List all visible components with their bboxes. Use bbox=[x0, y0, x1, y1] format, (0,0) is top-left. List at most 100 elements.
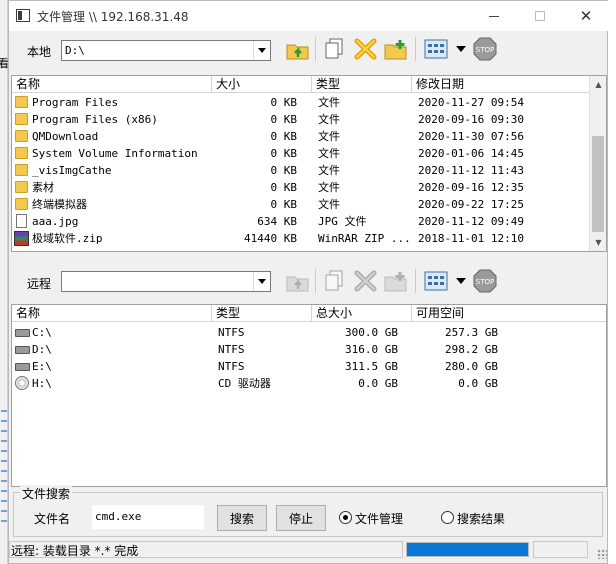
view-dropdown-icon[interactable] bbox=[456, 278, 466, 284]
folder-icon bbox=[15, 96, 28, 108]
chevron-down-icon[interactable] bbox=[253, 272, 270, 291]
progress-fill bbox=[407, 543, 528, 556]
chevron-down-icon[interactable] bbox=[253, 41, 270, 60]
new-folder-icon[interactable] bbox=[383, 36, 409, 62]
stop-button[interactable]: 停止 bbox=[276, 505, 326, 531]
column-header-total[interactable]: 总大小 bbox=[312, 305, 412, 322]
file-size: 0 KB bbox=[270, 147, 298, 160]
new-folder-icon[interactable] bbox=[383, 268, 409, 294]
scroll-down-icon[interactable]: ▼ bbox=[590, 234, 606, 251]
drive-type: NTFS bbox=[218, 343, 245, 356]
file-size: 0 KB bbox=[270, 181, 298, 194]
list-item[interactable]: 极域软件.zip 41440 KB WinRAR ZIP ... 2018-11-01… bbox=[12, 230, 592, 247]
radio-search-results-label[interactable]: 搜索结果 bbox=[457, 510, 505, 527]
resize-grip-icon[interactable] bbox=[597, 549, 607, 559]
file-type: JPG 文件 bbox=[318, 215, 367, 228]
file-date: 2020-09-16 12:35 bbox=[418, 181, 524, 194]
list-item[interactable]: Program Files (x86) 0 KB 文件 2020-09-16 09:3… bbox=[12, 111, 592, 128]
delete-icon[interactable] bbox=[353, 36, 379, 62]
file-date: 2020-09-16 09:30 bbox=[418, 113, 524, 126]
file-icon bbox=[16, 214, 27, 228]
file-type: WinRAR ZIP ... bbox=[318, 232, 411, 245]
folder-up-icon[interactable] bbox=[285, 36, 311, 62]
copy-icon[interactable] bbox=[323, 268, 349, 294]
view-mode-icon[interactable] bbox=[423, 36, 449, 62]
remote-path-combo[interactable] bbox=[61, 271, 271, 292]
filename-label: 文件名 bbox=[34, 512, 71, 526]
file-size: 41440 KB bbox=[244, 232, 297, 245]
title-bar[interactable]: 文件管理 \\ 192.168.31.48 ✕ bbox=[9, 1, 609, 31]
maximize-button[interactable] bbox=[517, 1, 563, 31]
list-item[interactable]: E:\ NTFS 311.5 GB 280.0 GB bbox=[12, 358, 592, 375]
hard-drive-icon bbox=[15, 346, 30, 354]
file-name: QMDownload bbox=[32, 130, 99, 143]
view-mode-icon[interactable] bbox=[423, 268, 449, 294]
folder-icon bbox=[15, 181, 28, 193]
drive-free: 0.0 GB bbox=[458, 377, 498, 390]
scroll-thumb[interactable] bbox=[592, 136, 604, 232]
file-date: 2020-01-06 14:45 bbox=[418, 147, 524, 160]
local-file-list[interactable]: 名称 大小 类型 修改日期 Program Files 0 KB 文件 2020-11… bbox=[11, 75, 607, 252]
radio-file-manager-label[interactable]: 文件管理 bbox=[355, 510, 403, 527]
drive-free: 298.2 GB bbox=[445, 343, 498, 356]
list-item[interactable]: System Volume Information 0 KB 文件 2020-01-0… bbox=[12, 145, 592, 162]
column-header-free[interactable]: 可用空间 bbox=[412, 305, 606, 322]
list-item[interactable]: D:\ NTFS 316.0 GB 298.2 GB bbox=[12, 341, 592, 358]
column-header-type[interactable]: 类型 bbox=[312, 76, 412, 93]
column-header-name[interactable]: 名称 bbox=[12, 76, 212, 93]
column-header-size[interactable]: 大小 bbox=[212, 76, 312, 93]
filename-value: cmd.exe bbox=[95, 510, 142, 523]
file-name: _visImgCathe bbox=[32, 164, 112, 177]
window-title: 文件管理 \\ 192.168.31.48 bbox=[37, 10, 189, 24]
column-header-name[interactable]: 名称 bbox=[12, 305, 212, 322]
remote-label: 远程 bbox=[27, 277, 52, 291]
drive-type: CD 驱动器 bbox=[218, 377, 271, 390]
local-label: 本地 bbox=[27, 45, 52, 59]
file-type: 文件 bbox=[318, 147, 340, 160]
folder-icon bbox=[15, 147, 28, 159]
file-name: Program Files bbox=[32, 96, 119, 109]
drive-total: 311.5 GB bbox=[345, 360, 398, 373]
stop-icon[interactable]: STOP bbox=[472, 268, 498, 294]
file-date: 2020-09-22 17:25 bbox=[418, 198, 524, 211]
file-name: Program Files (x86) bbox=[32, 113, 158, 126]
status-bar: 远程: 装载目录 *.* 完成 bbox=[9, 539, 609, 563]
list-item[interactable]: 终端模拟器 0 KB 文件 2020-09-22 17:25 bbox=[12, 196, 592, 213]
svg-text:STOP: STOP bbox=[476, 278, 494, 286]
filename-input[interactable]: cmd.exe bbox=[92, 505, 204, 529]
list-item[interactable]: H:\ CD 驱动器 0.0 GB 0.0 GB bbox=[12, 375, 592, 392]
drive-free: 257.3 GB bbox=[445, 326, 498, 339]
drive-total: 300.0 GB bbox=[345, 326, 398, 339]
file-type: 文件 bbox=[318, 113, 340, 126]
list-item[interactable]: aaa.jpg 634 KB JPG 文件 2020-11-12 09:49 bbox=[12, 213, 592, 230]
status-pane-extra bbox=[533, 541, 588, 558]
svg-text:STOP: STOP bbox=[476, 46, 494, 54]
local-scrollbar[interactable]: ▲ ▼ bbox=[589, 76, 606, 251]
radio-file-manager[interactable] bbox=[339, 511, 352, 524]
folder-icon bbox=[15, 198, 28, 210]
maximize-icon bbox=[535, 11, 545, 21]
list-item[interactable]: _visImgCathe 0 KB 文件 2020-11-12 11:43 bbox=[12, 162, 592, 179]
close-button[interactable]: ✕ bbox=[563, 1, 609, 31]
minimize-button[interactable] bbox=[471, 1, 517, 31]
copy-icon[interactable] bbox=[323, 36, 349, 62]
column-header-type[interactable]: 类型 bbox=[212, 305, 312, 322]
file-size: 0 KB bbox=[270, 198, 298, 211]
list-item[interactable]: C:\ NTFS 300.0 GB 257.3 GB bbox=[12, 324, 592, 341]
delete-icon[interactable] bbox=[353, 268, 379, 294]
list-item[interactable]: QMDownload 0 KB 文件 2020-11-30 07:56 bbox=[12, 128, 592, 145]
folder-up-icon[interactable] bbox=[285, 268, 311, 294]
column-header-date[interactable]: 修改日期 bbox=[412, 76, 592, 93]
background-app-strip: 看 bbox=[0, 0, 9, 564]
folder-icon bbox=[15, 130, 28, 142]
local-path-combo[interactable]: D:\ bbox=[61, 40, 271, 61]
list-item[interactable]: Program Files 0 KB 文件 2020-11-27 09:54 bbox=[12, 94, 592, 111]
list-item[interactable]: 素材 0 KB 文件 2020-09-16 12:35 bbox=[12, 179, 592, 196]
stop-icon[interactable]: STOP bbox=[472, 36, 498, 62]
remote-drive-list[interactable]: 名称 类型 总大小 可用空间 C:\ NTFS 300.0 GB 257.3 GB D:… bbox=[11, 304, 607, 487]
search-button[interactable]: 搜索 bbox=[217, 505, 267, 531]
scroll-up-icon[interactable]: ▲ bbox=[590, 76, 606, 93]
remote-list-header: 名称 类型 总大小 可用空间 bbox=[12, 305, 606, 322]
view-dropdown-icon[interactable] bbox=[456, 46, 466, 52]
radio-search-results[interactable] bbox=[441, 511, 454, 524]
